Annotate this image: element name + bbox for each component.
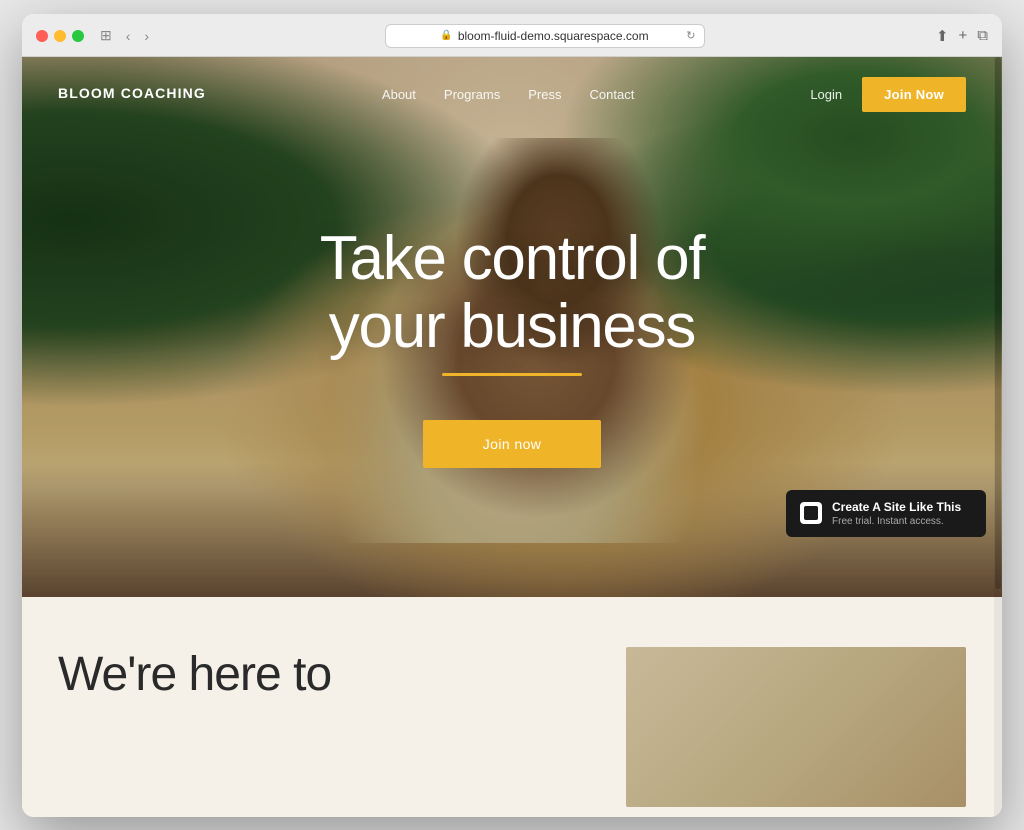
new-tab-icon[interactable]: +	[959, 27, 968, 45]
address-bar[interactable]: 🔒 bloom-fluid-demo.squarespace.com ↻	[385, 24, 705, 48]
share-icon[interactable]: ⬆	[936, 27, 949, 45]
website-body: BLOOM COACHING About Programs Press Cont…	[22, 57, 1002, 817]
url-text: bloom-fluid-demo.squarespace.com	[458, 29, 649, 43]
hero-cta-button[interactable]: Join now	[423, 420, 602, 468]
squarespace-logo-icon	[800, 502, 822, 524]
below-hero-image	[626, 647, 966, 807]
website: BLOOM COACHING About Programs Press Cont…	[22, 57, 1002, 817]
squarespace-badge-title: Create A Site Like This	[832, 500, 961, 514]
forward-button[interactable]: ›	[140, 26, 153, 46]
nav-links: About Programs Press Contact	[382, 87, 634, 102]
duplicate-icon[interactable]: ⧉	[977, 27, 988, 45]
hero-section: BLOOM COACHING About Programs Press Cont…	[22, 57, 1002, 597]
hero-headline: Take control of your business	[320, 225, 705, 361]
squarespace-badge-text: Create A Site Like This Free trial. Inst…	[832, 500, 961, 527]
nav-programs[interactable]: Programs	[444, 87, 500, 102]
maximize-button[interactable]	[72, 30, 84, 42]
lock-icon: 🔒	[440, 30, 452, 41]
login-link[interactable]: Login	[810, 87, 842, 102]
below-hero-heading: We're here to	[58, 647, 586, 702]
traffic-lights	[36, 30, 84, 42]
browser-actions: ⬆ + ⧉	[936, 27, 988, 45]
browser-window: ⊞ ‹ › 🔒 bloom-fluid-demo.squarespace.com…	[22, 14, 1002, 817]
nav-contact[interactable]: Contact	[590, 87, 635, 102]
join-now-button[interactable]: Join Now	[862, 77, 966, 112]
browser-controls: ⊞ ‹ ›	[96, 25, 153, 46]
nav-about[interactable]: About	[382, 87, 416, 102]
logo: BLOOM COACHING	[58, 85, 206, 103]
below-hero-text: We're here to	[58, 647, 586, 817]
minimize-button[interactable]	[54, 30, 66, 42]
window-toggle-icon[interactable]: ⊞	[96, 25, 116, 46]
back-button[interactable]: ‹	[122, 26, 135, 46]
nav-press[interactable]: Press	[528, 87, 561, 102]
close-button[interactable]	[36, 30, 48, 42]
squarespace-badge[interactable]: Create A Site Like This Free trial. Inst…	[786, 490, 986, 537]
browser-chrome: ⊞ ‹ › 🔒 bloom-fluid-demo.squarespace.com…	[22, 14, 1002, 57]
scrollbar[interactable]	[994, 57, 1002, 817]
squarespace-badge-subtitle: Free trial. Instant access.	[832, 516, 961, 527]
scrollbar-thumb[interactable]	[995, 57, 1001, 589]
hero-underline-decoration	[442, 373, 582, 376]
address-bar-wrap: 🔒 bloom-fluid-demo.squarespace.com ↻	[165, 24, 924, 48]
navbar: BLOOM COACHING About Programs Press Cont…	[22, 57, 1002, 132]
nav-right: Login Join Now	[810, 77, 966, 112]
below-hero-section: We're here to	[22, 597, 1002, 817]
refresh-icon[interactable]: ↻	[686, 29, 695, 42]
